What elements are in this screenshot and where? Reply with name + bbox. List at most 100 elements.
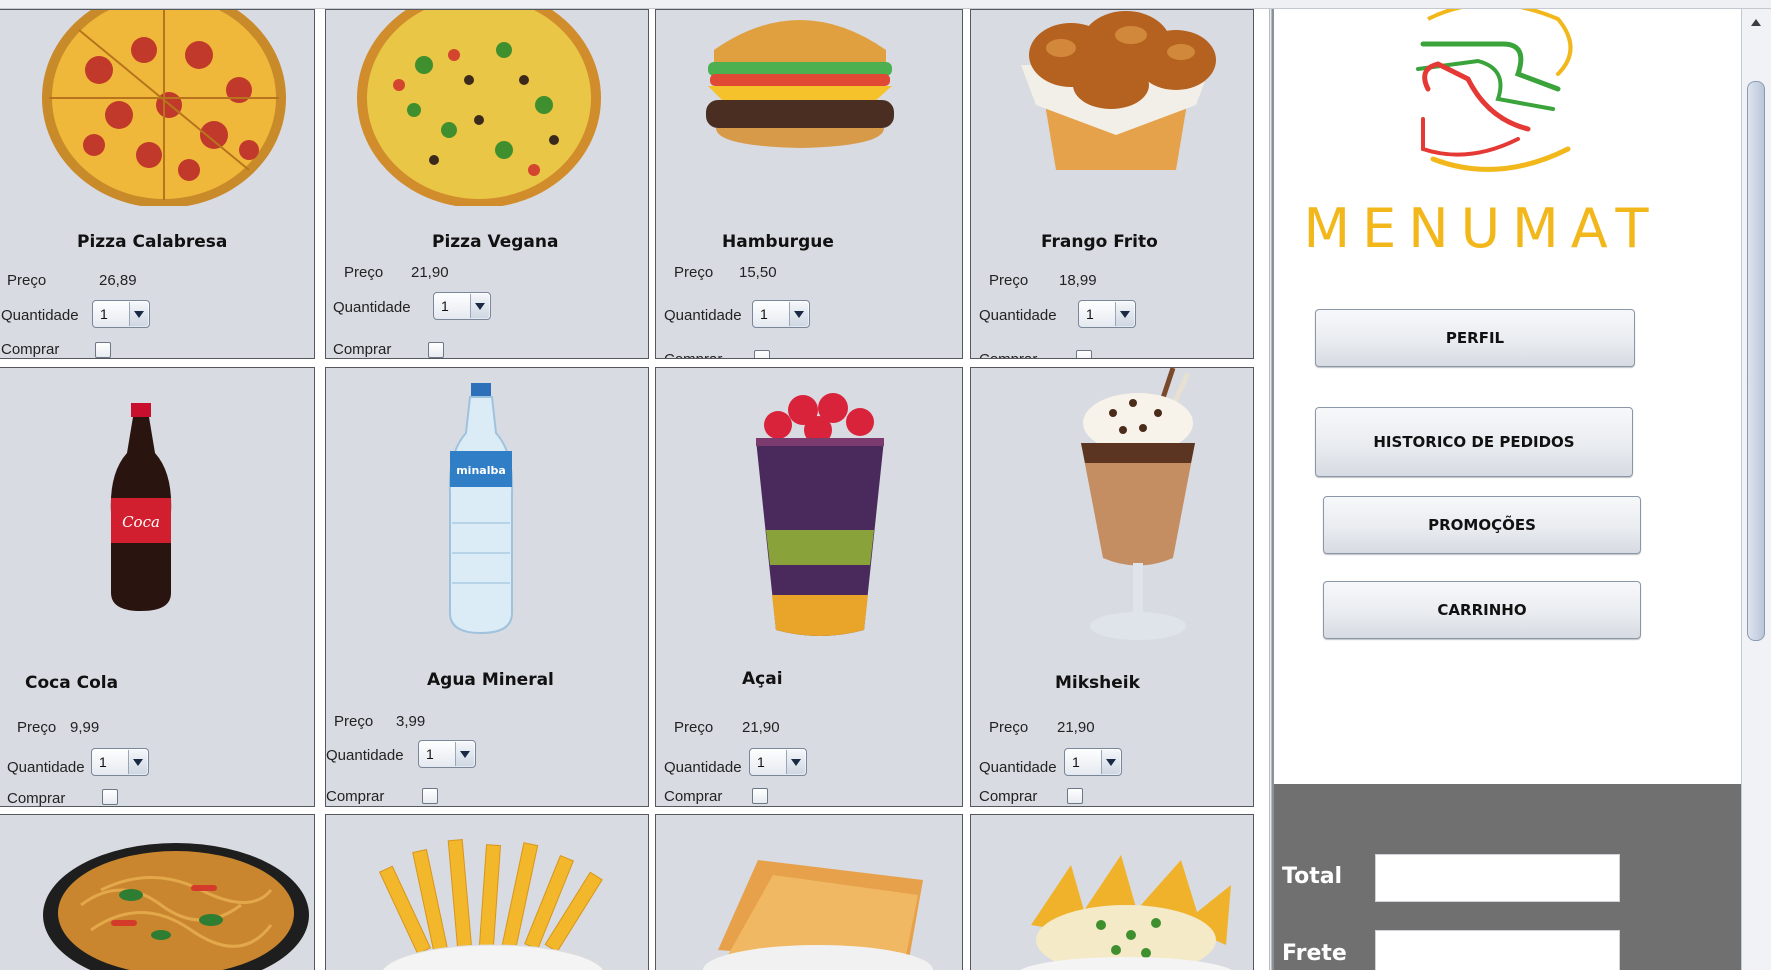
- acai-cup-image: [756, 393, 884, 636]
- buy-label: Comprar: [7, 790, 66, 807]
- buy-checkbox[interactable]: [102, 789, 118, 805]
- milkshake-image: [1081, 368, 1195, 640]
- price-label: Preço: [344, 264, 384, 281]
- buy-checkbox[interactable]: [754, 350, 770, 358]
- price-label: Preço: [674, 264, 714, 281]
- top-border: [0, 0, 1771, 9]
- pizza-vegana-image: [357, 10, 601, 206]
- frete-field[interactable]: [1375, 930, 1620, 970]
- product-card: [655, 814, 963, 970]
- buy-checkbox[interactable]: [1067, 788, 1083, 804]
- product-card: [0, 814, 315, 970]
- buy-label: Comprar: [979, 351, 1037, 358]
- product-name: Coca Cola: [25, 673, 119, 693]
- buy-label: Comprar: [1, 341, 60, 358]
- price-value: 21,90: [411, 264, 449, 281]
- quantity-label: Quantidade: [979, 759, 1057, 776]
- pastel-image: [703, 860, 933, 970]
- price-value: 26,89: [99, 272, 137, 289]
- svg-text:Coca: Coca: [122, 513, 160, 531]
- quantity-label: Quantidade: [664, 759, 742, 776]
- quantity-value: 1: [426, 746, 434, 762]
- product-card: Açai Preço 21,90 Quantidade 1 Comprar: [655, 367, 963, 807]
- sidebar: MENUMAT PERFIL HISTORICO DE PEDIDOS PROM…: [1272, 9, 1741, 970]
- chevron-down-icon: [789, 302, 808, 326]
- buy-checkbox[interactable]: [1076, 350, 1092, 358]
- promocoes-button[interactable]: PROMOÇÕES: [1323, 496, 1641, 554]
- chevron-down-icon: [470, 294, 489, 318]
- quantity-value: 1: [99, 754, 107, 770]
- buy-label: Comprar: [333, 341, 392, 358]
- product-name: Miksheik: [1055, 673, 1140, 693]
- quantity-label: Quantidade: [7, 759, 85, 776]
- perfil-button[interactable]: PERFIL: [1315, 309, 1635, 367]
- product-name: Frango Frito: [1041, 232, 1158, 252]
- product-card: Frango Frito Preço 18,99 Quantidade 1 Co…: [970, 9, 1254, 359]
- quantity-label: Quantidade: [326, 747, 404, 764]
- quantity-select[interactable]: 1: [91, 748, 149, 776]
- buy-checkbox[interactable]: [752, 788, 768, 804]
- product-name: Açai: [742, 669, 783, 689]
- quantity-select[interactable]: 1: [749, 748, 807, 776]
- quantity-value: 1: [757, 754, 765, 770]
- menumat-logo-icon: [1416, 9, 1573, 172]
- price-label: Preço: [334, 713, 374, 730]
- product-card: Coca Coca Cola Preço 9,99 Quantidade 1 C…: [0, 367, 315, 807]
- quantity-select[interactable]: 1: [752, 300, 810, 328]
- price-label: Preço: [7, 272, 47, 289]
- buy-label: Comprar: [326, 788, 385, 805]
- quantity-select[interactable]: 1: [1064, 748, 1122, 776]
- buy-checkbox[interactable]: [95, 342, 111, 358]
- scroll-thumb[interactable]: [1747, 81, 1765, 641]
- pizza-calabresa-image: [42, 10, 286, 206]
- french-fries-image: [378, 839, 604, 970]
- carrinho-button[interactable]: CARRINHO: [1323, 581, 1641, 639]
- quantity-value: 1: [760, 306, 768, 322]
- product-name: Agua Mineral: [427, 670, 554, 690]
- fried-chicken-image: [1021, 11, 1216, 170]
- price-value: 9,99: [70, 719, 100, 736]
- chevron-down-icon: [786, 750, 805, 774]
- historico-de-pedidos-button[interactable]: HISTORICO DE PEDIDOS: [1315, 407, 1633, 477]
- nachos-image: [1020, 855, 1232, 970]
- noodles-bowl-image: [43, 843, 309, 970]
- product-name: Hamburgue: [722, 232, 834, 252]
- chevron-down-icon: [1101, 750, 1120, 774]
- price-value: 15,50: [739, 264, 777, 281]
- quantity-select[interactable]: 1: [1078, 300, 1136, 328]
- price-label: Preço: [989, 272, 1029, 289]
- product-card: [325, 814, 649, 970]
- price-label: Preço: [674, 719, 714, 736]
- total-field[interactable]: [1375, 854, 1620, 902]
- product-name: Pizza Vegana: [432, 232, 559, 252]
- vertical-scrollbar[interactable]: [1741, 9, 1771, 970]
- svg-text:minalba: minalba: [456, 464, 506, 477]
- quantity-select[interactable]: 1: [92, 300, 150, 328]
- product-card: [970, 814, 1254, 970]
- quantity-label: Quantidade: [1, 307, 79, 324]
- price-label: Preço: [989, 719, 1029, 736]
- quantity-select[interactable]: 1: [433, 292, 491, 320]
- total-label: Total: [1282, 864, 1343, 889]
- buy-label: Comprar: [664, 788, 723, 805]
- scroll-up-icon[interactable]: [1748, 15, 1764, 31]
- frete-label: Frete: [1282, 941, 1347, 966]
- quantity-value: 1: [441, 298, 449, 314]
- water-bottle-image: minalba: [448, 383, 514, 635]
- product-card: minalba Agua Mineral Preço 3,99 Quantida…: [325, 367, 649, 807]
- product-card: Miksheik Preço 21,90 Quantidade 1 Compra…: [970, 367, 1254, 807]
- buy-label: Comprar: [979, 788, 1038, 805]
- buy-checkbox[interactable]: [422, 788, 438, 804]
- product-card: Pizza Calabresa Preço 26,89 Quantidade 1…: [0, 9, 315, 359]
- price-value: 21,90: [742, 719, 780, 736]
- quantity-select[interactable]: 1: [418, 740, 476, 768]
- quantity-value: 1: [1086, 306, 1094, 322]
- price-label: Preço: [17, 719, 57, 736]
- price-value: 21,90: [1057, 719, 1095, 736]
- quantity-label: Quantidade: [664, 307, 742, 324]
- product-card: Hamburgue Preço 15,50 Quantidade 1 Compr…: [655, 9, 963, 359]
- price-value: 18,99: [1059, 272, 1097, 289]
- chevron-down-icon: [129, 302, 148, 326]
- app-window: Pizza Calabresa Preço 26,89 Quantidade 1…: [0, 0, 1771, 970]
- buy-checkbox[interactable]: [428, 342, 444, 358]
